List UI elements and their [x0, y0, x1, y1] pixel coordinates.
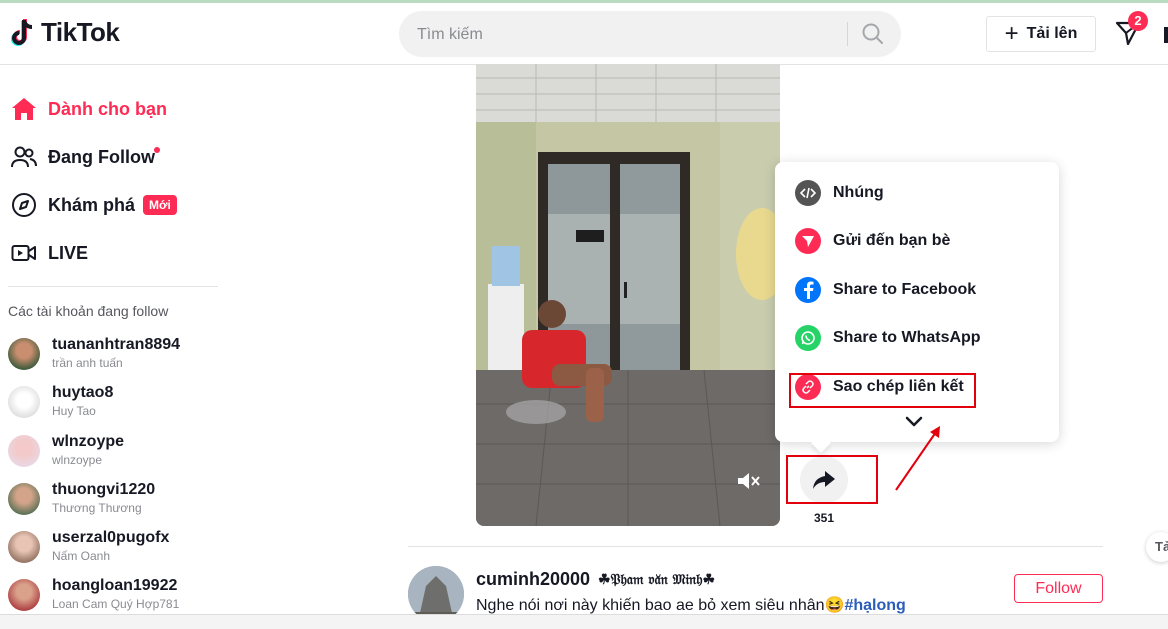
account-username: tuananhtran8894	[52, 336, 181, 353]
avatar	[8, 579, 40, 611]
avatar	[8, 386, 40, 418]
account-username: userzal0pugofx	[52, 529, 170, 546]
bottom-scroll-strip	[0, 614, 1168, 629]
share-item-label: Share to Facebook	[833, 281, 977, 298]
post-caption: Nghe nói nơi này khiến bao ae bỏ xem siê…	[476, 595, 906, 615]
share-facebook[interactable]: Share to Facebook	[795, 277, 976, 303]
new-activity-dot	[154, 147, 160, 153]
feed-divider	[408, 546, 1103, 547]
avatar	[8, 483, 40, 515]
nav-following[interactable]: Đang Follow	[10, 143, 155, 171]
facebook-icon	[795, 277, 821, 303]
share-send-to-friends[interactable]: Gửi đến bạn bè	[795, 228, 950, 254]
nav-label: Khám phá	[48, 194, 136, 215]
search-divider	[847, 22, 848, 46]
edge-chip[interactable]: Tả	[1146, 532, 1168, 562]
nav-label: Dành cho bạn	[48, 98, 168, 119]
mute-icon[interactable]	[736, 470, 762, 492]
send-icon	[795, 228, 821, 254]
share-button-highlight-box	[786, 455, 878, 504]
share-item-label: Gửi đến bạn bè	[833, 232, 951, 249]
account-username: hoangloan19922	[52, 577, 178, 594]
upload-button[interactable]: + Tải lên	[986, 16, 1096, 52]
users-icon	[10, 143, 38, 171]
nav-explore[interactable]: Khám phá Mới	[10, 191, 177, 219]
search-box	[399, 11, 901, 57]
copy-link-highlight-box	[789, 373, 976, 408]
share-item-label: Nhúng	[833, 184, 884, 201]
plus-icon: +	[1004, 20, 1019, 47]
compass-icon	[10, 191, 38, 219]
account-username: wlnzoype	[52, 433, 125, 450]
tiktok-note-icon	[11, 18, 33, 46]
post-caption-text: Nghe nói nơi này khiến bao ae bỏ xem siê…	[476, 597, 845, 614]
top-header: TikTok + Tải lên 2	[0, 3, 1168, 65]
whatsapp-icon	[795, 325, 821, 351]
hashtag-link[interactable]: #hạlong	[844, 597, 905, 614]
post-username[interactable]: cuminh20000	[476, 569, 590, 590]
avatar	[8, 531, 40, 563]
search-input[interactable]	[415, 23, 839, 47]
video-player[interactable]	[476, 64, 780, 526]
share-embed[interactable]: Nhúng	[795, 180, 884, 206]
share-item-label: Share to WhatsApp	[833, 329, 981, 346]
tiktok-logo[interactable]: TikTok	[10, 17, 120, 48]
follow-button[interactable]: Follow	[1014, 574, 1103, 603]
share-count: 351	[813, 511, 835, 525]
following-accounts-title: Các tài khoản đang follow	[8, 303, 169, 319]
logo-wordmark: TikTok	[41, 17, 120, 47]
sidebar-divider	[8, 286, 218, 287]
nav-label: LIVE	[48, 242, 89, 263]
nav-live[interactable]: LIVE	[10, 239, 88, 267]
home-icon	[10, 95, 38, 123]
video-frame	[476, 64, 780, 526]
nav-for-you[interactable]: Dành cho bạn	[10, 95, 167, 123]
account-display-name: Loan Cam Quý Hợp781	[52, 597, 180, 611]
share-whatsapp[interactable]: Share to WhatsApp	[795, 325, 981, 351]
account-display-name: Nấm Oanh	[52, 549, 111, 563]
account-display-name: trần anh tuấn	[52, 356, 123, 370]
new-badge: Mới	[143, 195, 177, 215]
account-username: huytao8	[52, 384, 114, 401]
account-display-name: wlnzoype	[52, 453, 103, 467]
search-icon[interactable]	[861, 22, 885, 46]
avatar	[8, 338, 40, 370]
account-display-name: Thương Thương	[52, 501, 142, 515]
account-display-name: Huy Tao	[52, 404, 96, 418]
nav-label: Đang Follow	[48, 146, 155, 167]
live-icon	[10, 239, 38, 267]
upload-label: Tải lên	[1026, 25, 1078, 42]
embed-icon	[795, 180, 821, 206]
inbox-count-badge: 2	[1128, 11, 1148, 31]
avatar	[8, 435, 40, 467]
post-nickname: ☘𝔓𝔥𝔞𝔪 𝔳𝔞̆𝔫 𝔐𝔦𝔫𝔥☘	[598, 572, 716, 588]
header-edge-marker	[1164, 27, 1168, 43]
annotation-arrow-icon	[895, 426, 940, 491]
account-username: thuongvi1220	[52, 481, 156, 498]
